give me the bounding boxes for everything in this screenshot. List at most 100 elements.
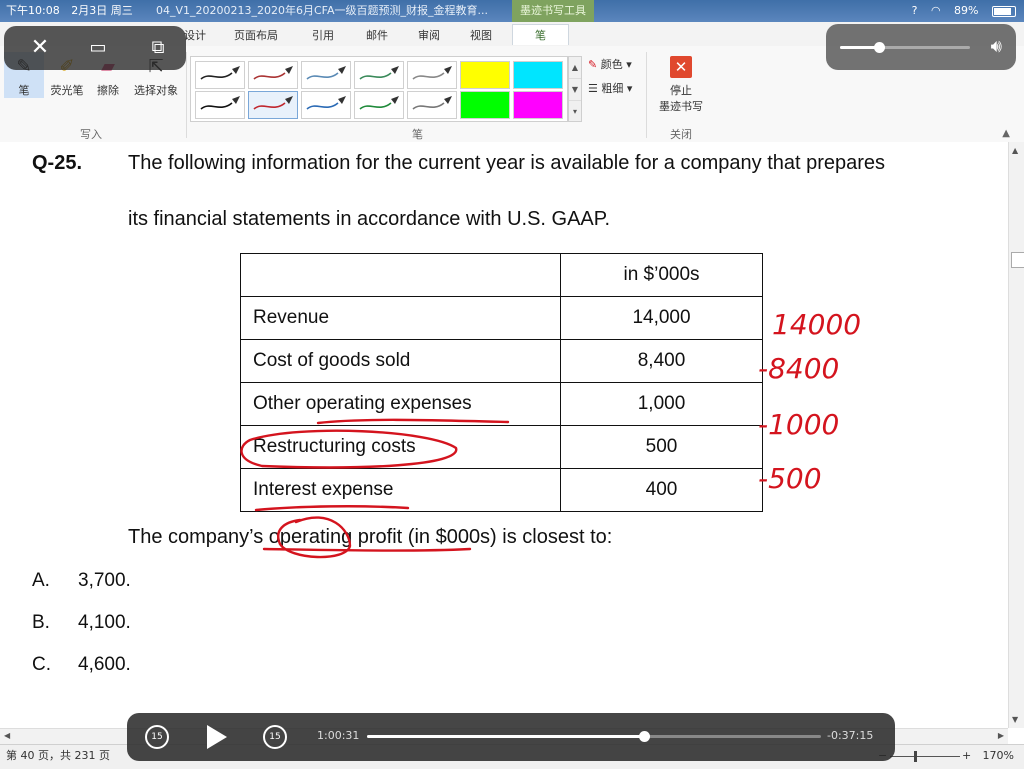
pen-style-swatch[interactable] — [195, 91, 245, 119]
financial-table: in $’000s Revenue 14,000 Cost of goods s… — [240, 253, 763, 512]
tab-page-layout[interactable]: 页面布局 — [234, 27, 278, 43]
row-label: Restructuring costs — [240, 425, 561, 469]
media-player: 15 15 1:00:31 -0:37:15 — [127, 713, 895, 761]
question-text-line1: The following information for the curren… — [128, 152, 886, 174]
volume-overlay: 🔊︎ — [826, 24, 1016, 70]
pen-style-swatch[interactable] — [195, 61, 245, 89]
pen-style-swatch[interactable] — [407, 91, 457, 119]
zoom-in-icon[interactable]: + — [962, 745, 971, 767]
stop-inking-button[interactable]: ✕ 停止 墨迹书写 — [652, 56, 710, 114]
answer-value: 4,100. — [78, 612, 131, 633]
answer-value: 4,600. — [78, 654, 131, 675]
pen-style-swatch[interactable] — [301, 91, 351, 119]
stop-label-line1: 停止 — [670, 84, 692, 97]
weight-label: 粗细 — [601, 82, 624, 95]
seek-fill — [367, 735, 644, 738]
row-value: 1,000 — [560, 382, 763, 426]
pen-style-swatch[interactable] — [407, 61, 457, 89]
pen-style-gallery — [190, 56, 568, 122]
fullscreen-icon[interactable]: ▭ — [84, 34, 112, 62]
gallery-scroll[interactable]: ▲ ▼ ▾ — [568, 56, 582, 122]
weight-option[interactable]: ☰ 粗细 ▾ — [588, 80, 632, 96]
seek-knob[interactable] — [638, 731, 650, 742]
zoom-knob[interactable] — [914, 751, 917, 762]
gallery-up-arrow-icon[interactable]: ▲ — [569, 57, 581, 79]
row-label: Other operating expenses — [240, 382, 561, 426]
pen-style-swatch[interactable] — [354, 91, 404, 119]
elapsed-time: 1:00:31 — [317, 729, 360, 742]
status-date: 2月3日 周三 — [71, 4, 133, 17]
color-option[interactable]: ✎ 颜色 ▾ — [588, 56, 632, 72]
scroll-left-icon[interactable]: ◀ — [4, 731, 10, 740]
table-row: Other operating expenses 1,000 — [240, 382, 763, 426]
question-prompt: The company’s operating profit (in $000s… — [128, 526, 613, 548]
row-label: Revenue — [240, 296, 561, 340]
stop-label-line2: 墨迹书写 — [659, 100, 703, 113]
status-right: ? ◠ 89% — [902, 0, 1016, 22]
table-header-cell: in $’000s — [560, 253, 763, 297]
answer-key: C. — [32, 654, 51, 675]
color-picker-icon: ✎ — [588, 58, 598, 71]
play-icon[interactable] — [207, 725, 227, 749]
status-bar: 下午10:08 2月3日 周三 04_V1_20200213_2020年6月CF… — [0, 0, 1024, 22]
help-button[interactable]: ? — [912, 4, 918, 17]
eraser-tool-label: 擦除 — [97, 84, 119, 97]
pen-style-swatch[interactable] — [248, 91, 298, 119]
tab-references[interactable]: 引用 — [312, 27, 334, 43]
answer-value: 3,700. — [78, 570, 131, 591]
table-row: Revenue 14,000 — [240, 296, 763, 340]
highlighter-swatch[interactable] — [460, 91, 510, 119]
zoom-level[interactable]: 170% — [983, 745, 1014, 767]
ribbon-separator — [186, 52, 187, 138]
status-time-date: 下午10:08 2月3日 周三 — [6, 0, 133, 22]
tab-pen[interactable]: 笔 — [512, 24, 569, 45]
document-title: 04_V1_20200213_2020年6月CFA一级百题预测_财报_金程教育.… — [156, 4, 489, 17]
tab-design[interactable]: 设计 — [184, 27, 206, 43]
ribbon-separator — [646, 52, 647, 138]
scroll-right-icon[interactable]: ▶ — [998, 731, 1004, 740]
highlighter-swatch[interactable] — [513, 91, 563, 119]
skip-forward-icon[interactable]: 15 — [263, 725, 287, 749]
row-label: Cost of goods sold — [240, 339, 561, 383]
table-row: Restructuring costs 500 — [240, 425, 763, 469]
collapse-ribbon-icon[interactable]: ▲ — [1002, 128, 1010, 139]
table-row: Interest expense 400 — [240, 468, 763, 512]
vertical-scrollbar[interactable]: ▲ ▼ — [1008, 142, 1024, 728]
battery-icon — [992, 5, 1016, 17]
gallery-more-icon[interactable]: ▾ — [569, 101, 581, 122]
scroll-thumb[interactable] — [1011, 252, 1024, 268]
pen-style-swatch[interactable] — [248, 61, 298, 89]
seek-bar[interactable] — [367, 731, 821, 742]
overlay-window-controls: ✕ ▭ ⧉ — [4, 26, 186, 70]
battery-percent: 89% — [954, 4, 979, 17]
pen-style-swatch[interactable] — [301, 61, 351, 89]
weight-lines-icon: ☰ — [588, 82, 598, 95]
row-value: 14,000 — [560, 296, 763, 340]
highlighter-tool-label: 荧光笔 — [50, 84, 84, 97]
group-label-pen: 笔 — [412, 128, 423, 141]
group-label-close: 关闭 — [670, 128, 692, 141]
skip-back-icon[interactable]: 15 — [145, 725, 169, 749]
picture-in-picture-icon[interactable]: ⧉ — [144, 34, 172, 62]
scroll-up-icon[interactable]: ▲ — [1012, 146, 1018, 155]
tab-view[interactable]: 视图 — [470, 27, 492, 43]
row-value: 8,400 — [560, 339, 763, 383]
zoom-slider[interactable] — [890, 751, 960, 762]
volume-slider[interactable] — [840, 42, 970, 53]
answer-key: B. — [32, 612, 50, 633]
highlighter-swatch[interactable] — [460, 61, 510, 89]
speaker-icon[interactable]: 🔊︎ — [991, 36, 1002, 57]
pen-style-swatch[interactable] — [354, 61, 404, 89]
tab-mailings[interactable]: 邮件 — [366, 27, 388, 43]
tab-review[interactable]: 审阅 — [418, 27, 440, 43]
close-icon[interactable]: ✕ — [26, 34, 54, 62]
highlighter-swatch[interactable] — [513, 61, 563, 89]
select-objects-label: 选择对象 — [134, 84, 178, 97]
gallery-down-arrow-icon[interactable]: ▼ — [569, 79, 581, 101]
page-count: 第 40 页，共 231 页 — [6, 749, 110, 762]
scroll-down-icon[interactable]: ▼ — [1012, 715, 1018, 724]
pen-tool-label: 笔 — [18, 84, 30, 97]
volume-knob[interactable] — [874, 42, 885, 53]
table-header-cell — [240, 253, 561, 297]
row-value: 500 — [560, 425, 763, 469]
